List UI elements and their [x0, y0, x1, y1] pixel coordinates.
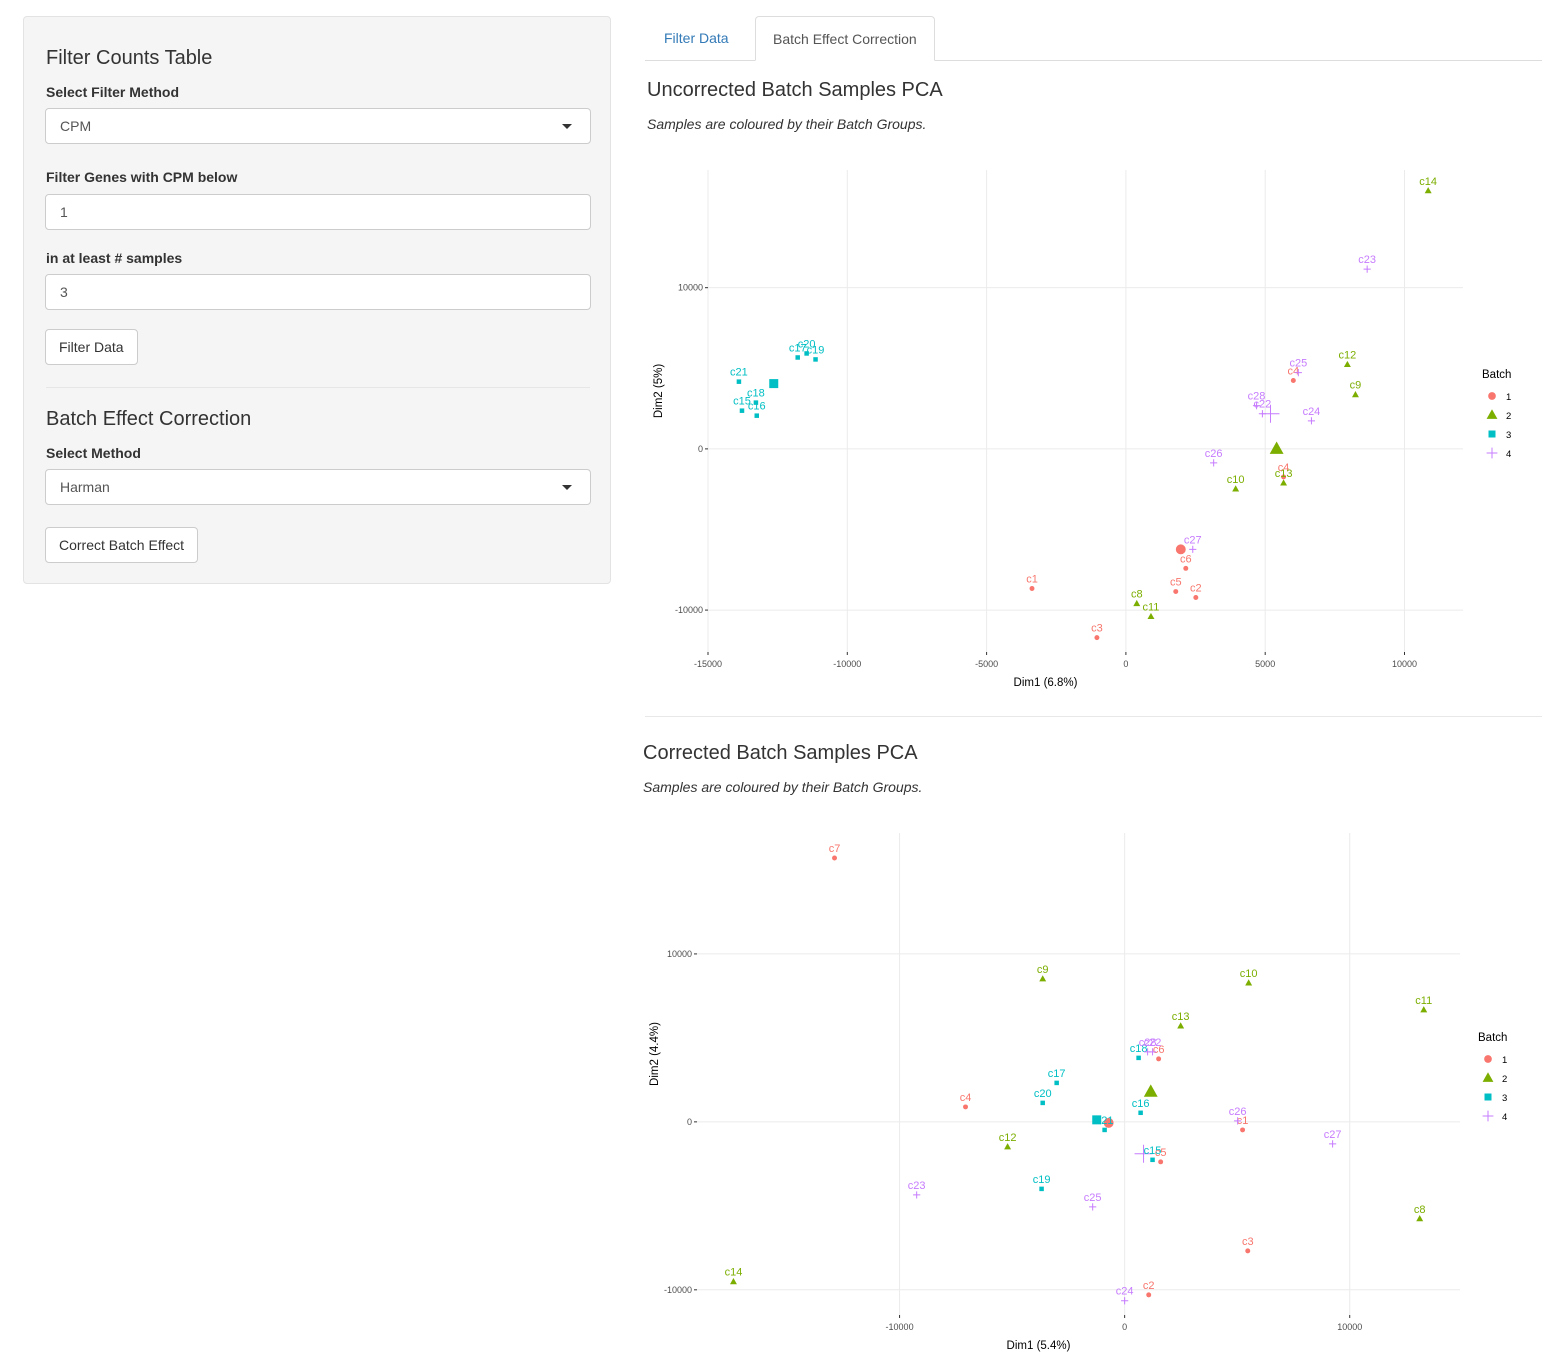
x-tick-label: 0 — [1122, 1322, 1127, 1332]
sample-label: c28 — [1139, 1037, 1157, 1049]
sample-label: c20 — [1034, 1088, 1052, 1100]
sample-label: c27 — [1324, 1129, 1342, 1141]
sample-label: c10 — [1240, 968, 1258, 980]
sample-label: c17 — [1048, 1068, 1066, 1080]
sample-label: c23 — [908, 1180, 926, 1192]
sample-point — [1054, 1080, 1059, 1086]
sample-label: c19 — [1033, 1174, 1051, 1186]
sample-point — [913, 1191, 921, 1199]
sample-label: c24 — [1116, 1286, 1134, 1298]
sample-point — [1329, 1140, 1337, 1148]
sample-point — [832, 855, 837, 861]
sample-point — [1245, 979, 1253, 986]
batch-centroid-marker — [1143, 1084, 1158, 1097]
sample-point — [1039, 975, 1047, 982]
sample-label: c16 — [1132, 1098, 1150, 1110]
sample-label: c14 — [725, 1267, 743, 1279]
legend-label: 2 — [1502, 1074, 1507, 1085]
sample-point — [1039, 1186, 1044, 1192]
sample-point — [1240, 1127, 1246, 1133]
sample-point — [1177, 1022, 1185, 1029]
legend-key-batch-3 — [1484, 1093, 1492, 1101]
sample-point — [1089, 1203, 1097, 1211]
sample-label: c25 — [1084, 1192, 1102, 1204]
sample-point — [1156, 1056, 1162, 1062]
sample-label: c2 — [1143, 1280, 1155, 1292]
sample-label: c8 — [1414, 1204, 1426, 1216]
sample-point — [1416, 1215, 1424, 1222]
sample-point — [963, 1104, 968, 1110]
batch-legend: Batch 1 2 3 4 — [1478, 1032, 1507, 1123]
sample-point — [1245, 1248, 1251, 1254]
x-tick-label: 10000 — [1337, 1322, 1362, 1332]
sample-label: c13 — [1172, 1011, 1190, 1023]
y-tick-label: -10000 — [664, 1285, 692, 1295]
sample-point — [1420, 1006, 1428, 1013]
legend-key-batch-4 — [1482, 1110, 1494, 1122]
legend-title: Batch — [1478, 1032, 1507, 1044]
sample-label: c7 — [829, 843, 841, 855]
sample-point — [1102, 1127, 1107, 1133]
sample-label: c3 — [1242, 1236, 1254, 1248]
sample-label: c15 — [1144, 1145, 1162, 1157]
sample-label: c12 — [999, 1132, 1017, 1144]
sample-point — [1150, 1157, 1155, 1163]
sample-point — [1158, 1159, 1164, 1165]
legend-label: 4 — [1502, 1112, 1507, 1123]
sample-point — [1004, 1143, 1012, 1150]
legend-label: 1 — [1502, 1055, 1507, 1066]
y-tick-label: 0 — [687, 1117, 692, 1127]
sample-point — [729, 1278, 737, 1285]
sample-label: c9 — [1037, 964, 1049, 976]
sample-point — [1121, 1297, 1129, 1305]
sample-label: c11 — [1415, 995, 1432, 1007]
x-axis-title: Dim1 (5.4%) — [1007, 1340, 1071, 1352]
legend-key-batch-1 — [1484, 1055, 1492, 1063]
sample-label: c21 — [1096, 1115, 1114, 1127]
legend-label: 3 — [1502, 1093, 1507, 1104]
sample-label: c26 — [1229, 1106, 1247, 1118]
sample-point — [1040, 1100, 1045, 1106]
sample-point — [1136, 1055, 1141, 1061]
corrected-pca-plot: -10000 0 10000 -10000 0 10000 Dim1 (5.4%) Dim2 … — [649, 833, 1507, 1352]
x-tick-label: -10000 — [886, 1322, 914, 1332]
sample-label: c4 — [960, 1092, 972, 1104]
sample-point — [1138, 1110, 1143, 1116]
y-axis-title: Dim2 (4.4%) — [649, 1022, 661, 1086]
sample-point — [1146, 1292, 1152, 1298]
y-tick-label: 10000 — [667, 949, 692, 959]
legend-key-batch-2 — [1482, 1072, 1494, 1082]
